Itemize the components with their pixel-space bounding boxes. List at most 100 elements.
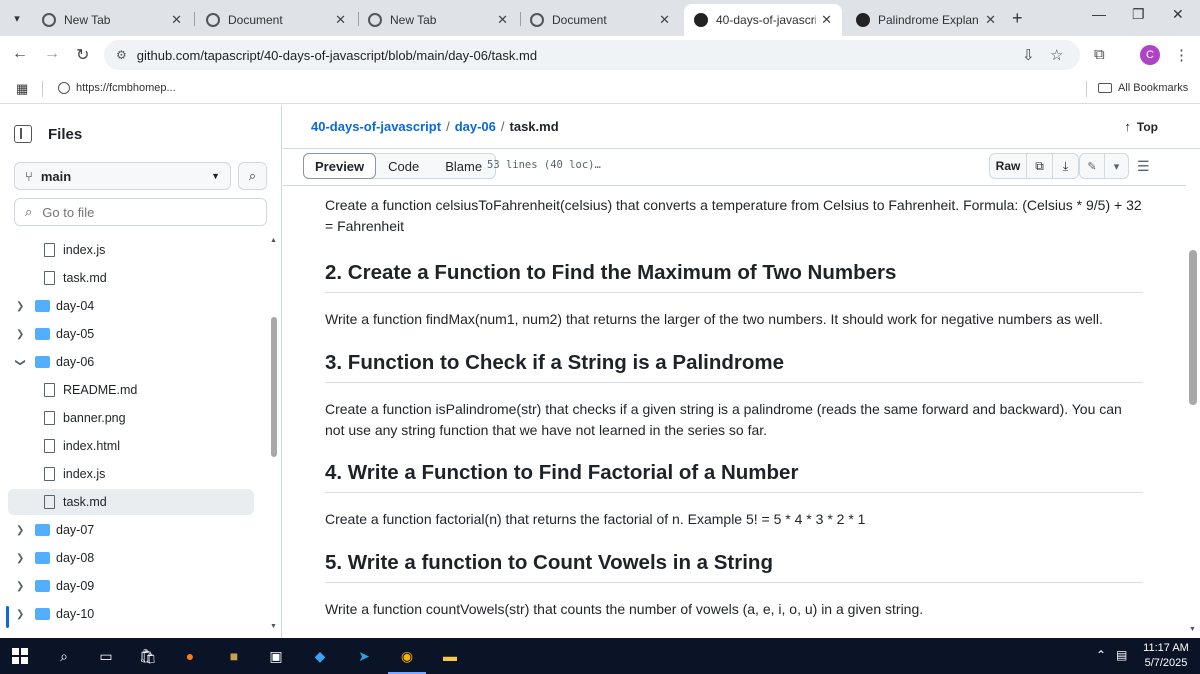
- tree-item-label: day-05: [56, 327, 95, 341]
- vscode-icon[interactable]: ◆: [310, 646, 330, 666]
- tree-item-label: task.md: [63, 495, 107, 509]
- system-clock[interactable]: 11:17 AM 5/7/2025: [1138, 641, 1194, 671]
- code-tab[interactable]: Code: [375, 154, 432, 178]
- chevron-right-icon[interactable]: ❯: [16, 609, 24, 620]
- chevron-down-icon[interactable]: ▾: [1104, 154, 1128, 178]
- apps-grid-icon[interactable]: ▦: [16, 81, 28, 97]
- raw-button[interactable]: Raw: [990, 154, 1026, 178]
- extensions-icon[interactable]: ⧉: [1094, 46, 1105, 63]
- chevron-right-icon[interactable]: ❯: [16, 581, 24, 592]
- file-icon: [44, 271, 55, 285]
- chevron-down-icon[interactable]: ❯: [15, 358, 26, 366]
- preview-tab[interactable]: Preview: [303, 153, 377, 179]
- browser-menu-icon[interactable]: ⋮: [1174, 46, 1189, 64]
- tab-search-icon[interactable]: ▾: [6, 7, 28, 29]
- scrollbar-thumb[interactable]: [1189, 250, 1197, 405]
- tree-scrollbar[interactable]: ▲ ▼: [270, 233, 278, 633]
- bookmark-fcmb[interactable]: https://fcmbhomep...: [58, 82, 176, 94]
- back-arrow-icon[interactable]: ←: [12, 45, 28, 63]
- pencil-icon[interactable]: ✎: [1080, 154, 1104, 178]
- terminal-icon[interactable]: ▣: [266, 646, 286, 666]
- file-explorer-icon[interactable]: ▬: [440, 646, 460, 666]
- tree-file-index-js-2[interactable]: index.js: [8, 461, 254, 487]
- tree-file-readme-md[interactable]: README.md: [8, 377, 254, 403]
- collapse-panel-icon[interactable]: [14, 125, 32, 143]
- chevron-right-icon[interactable]: ❯: [16, 553, 24, 564]
- blame-tab[interactable]: Blame: [432, 154, 495, 178]
- site-settings-icon[interactable]: ⚙: [116, 48, 127, 62]
- tree-folder-day-10[interactable]: ❯ day-10: [8, 601, 254, 627]
- tab-new-tab-1[interactable]: New Tab ✕: [32, 4, 192, 36]
- firefox-icon[interactable]: ●: [180, 646, 200, 666]
- tree-file-task-md-selected[interactable]: task.md: [8, 489, 254, 515]
- tree-file-task-md[interactable]: task.md: [8, 265, 254, 291]
- scrollbar-thumb[interactable]: [271, 317, 277, 457]
- branch-name: main: [40, 168, 72, 184]
- search-icon[interactable]: ⌕: [54, 646, 74, 666]
- notification-icon[interactable]: ▤: [1116, 648, 1127, 662]
- tree-folder-day-07[interactable]: ❯ day-07: [8, 517, 254, 543]
- tree-item-label: day-07: [56, 523, 95, 537]
- minimize-icon[interactable]: —: [1092, 6, 1106, 22]
- tree-file-index-js[interactable]: index.js: [8, 237, 254, 263]
- chevron-right-icon[interactable]: ❯: [16, 301, 24, 312]
- tree-item-label: README.md: [63, 383, 138, 397]
- chrome-icon[interactable]: ◉: [397, 646, 417, 666]
- breadcrumb-repo-link[interactable]: 40-days-of-javascript: [311, 119, 441, 134]
- back-to-top-link[interactable]: ↑ Top: [1124, 119, 1158, 134]
- copy-icon[interactable]: ⧉: [1026, 154, 1052, 178]
- scroll-down-icon[interactable]: ▼: [270, 623, 277, 630]
- branch-selector[interactable]: ⑂ main ▼: [14, 162, 231, 190]
- tree-folder-day-08[interactable]: ❯ day-08: [8, 545, 254, 571]
- task-view-icon[interactable]: ▭: [96, 646, 116, 666]
- chevron-right-icon[interactable]: ❯: [16, 329, 24, 340]
- close-icon[interactable]: ✕: [985, 12, 996, 28]
- tree-folder-day-05[interactable]: ❯ day-05: [8, 321, 254, 347]
- outline-list-icon[interactable]: ☰: [1137, 158, 1150, 175]
- tree-file-banner-png[interactable]: banner.png: [8, 405, 254, 431]
- bookmark-star-icon[interactable]: ☆: [1050, 46, 1063, 64]
- close-icon[interactable]: ✕: [171, 12, 182, 28]
- close-icon[interactable]: ✕: [335, 12, 346, 28]
- chrome-favicon-icon: [42, 13, 56, 27]
- go-to-file-field[interactable]: ⌕: [14, 198, 267, 226]
- window-close-icon[interactable]: ✕: [1172, 6, 1184, 23]
- tray-chevron-up-icon[interactable]: ⌃: [1096, 648, 1106, 662]
- restore-icon[interactable]: ❐: [1132, 6, 1145, 23]
- close-icon[interactable]: ✕: [497, 12, 508, 28]
- tab-document-2[interactable]: Document ✕: [520, 4, 680, 36]
- omnibox[interactable]: ⚙ github.com/tapascript/40-days-of-javas…: [104, 40, 1080, 70]
- all-bookmarks-button[interactable]: All Bookmarks: [1098, 82, 1188, 94]
- reload-icon[interactable]: ↻: [76, 45, 89, 65]
- tree-folder-day-04[interactable]: ❯ day-04: [8, 293, 254, 319]
- store-icon[interactable]: 🛍: [138, 646, 158, 666]
- tab-github-active[interactable]: 40-days-of-javascript ✕: [684, 4, 842, 36]
- go-to-file-input[interactable]: [42, 204, 243, 220]
- forward-arrow-icon[interactable]: →: [44, 45, 60, 63]
- telegram-icon[interactable]: ➤: [354, 646, 374, 666]
- search-files-button[interactable]: ⌕: [238, 162, 267, 190]
- tab-title: 40-days-of-javascript: [716, 13, 816, 27]
- tree-file-index-html[interactable]: index.html: [8, 433, 254, 459]
- bookmark-separator: [42, 81, 43, 97]
- url-text[interactable]: github.com/tapascript/40-days-of-javascr…: [137, 48, 537, 63]
- download-icon[interactable]: ⤓: [1052, 154, 1078, 178]
- install-app-icon[interactable]: ⇩: [1022, 46, 1035, 64]
- all-bookmarks-label: All Bookmarks: [1118, 82, 1189, 94]
- tree-folder-day-09[interactable]: ❯ day-09: [8, 573, 254, 599]
- scroll-down-icon[interactable]: ▼: [1189, 626, 1196, 633]
- tab-palindrome[interactable]: Palindrome Explanati ✕: [846, 4, 1006, 36]
- tab-document-1[interactable]: Document ✕: [196, 4, 356, 36]
- tab-new-tab-2[interactable]: New Tab ✕: [358, 4, 518, 36]
- sublime-icon[interactable]: ■: [224, 646, 244, 666]
- chevron-right-icon[interactable]: ❯: [16, 525, 24, 536]
- close-icon[interactable]: ✕: [821, 12, 832, 28]
- profile-avatar[interactable]: C: [1140, 45, 1160, 65]
- breadcrumb-folder-link[interactable]: day-06: [455, 119, 496, 134]
- close-icon[interactable]: ✕: [659, 12, 670, 28]
- new-tab-plus-icon[interactable]: +: [1012, 8, 1023, 29]
- windows-start-icon[interactable]: [12, 648, 28, 664]
- tree-folder-day-06[interactable]: ❯ day-06: [8, 349, 254, 375]
- page-scrollbar[interactable]: ▼: [1186, 233, 1200, 638]
- scroll-up-icon[interactable]: ▲: [270, 237, 277, 244]
